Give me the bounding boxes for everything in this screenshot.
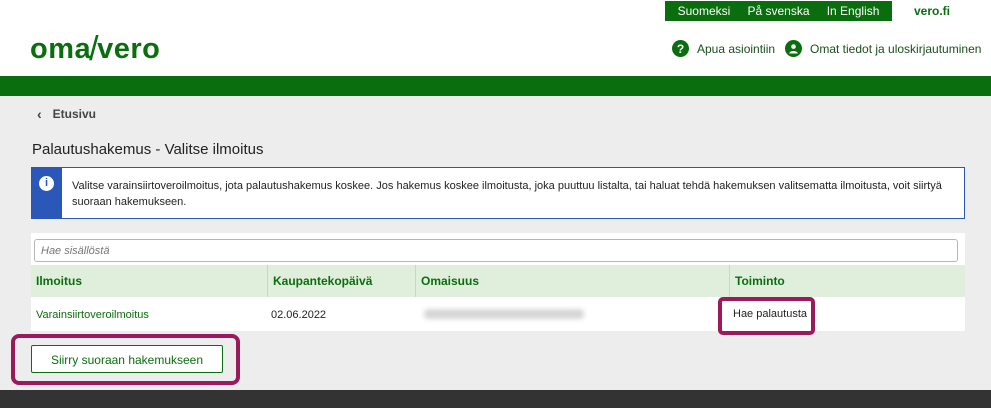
breadcrumb[interactable]: ‹ Etusivu [37, 106, 96, 122]
omavero-logo[interactable]: oma/vero [30, 28, 161, 68]
site-header: Suomeksi På svenska In English vero.fi o… [0, 0, 991, 76]
footer [0, 390, 991, 408]
help-link[interactable]: ? Apua asiointiin [672, 40, 775, 57]
info-text: Valitse varainsiirtoveroilmoitus, jota p… [72, 180, 942, 208]
vero-fi-link[interactable]: vero.fi [914, 4, 950, 18]
lang-english[interactable]: In English [827, 4, 880, 18]
user-icon [785, 40, 802, 57]
highlight-frame [718, 297, 815, 335]
chevron-left-icon: ‹ [37, 106, 42, 122]
info-box-side: i [32, 168, 62, 218]
declaration-link[interactable]: Varainsiirtoveroilmoitus [36, 299, 149, 331]
redacted-property [424, 309, 584, 319]
column-header-ilmoitus[interactable]: Ilmoitus [31, 265, 267, 297]
page-title: Palautushakemus - Valitse ilmoitus [32, 141, 264, 158]
column-header-toiminto: Toiminto [729, 265, 965, 297]
user-menu-link[interactable]: Omat tiedot ja uloskirjautuminen [785, 40, 981, 57]
lang-finnish[interactable]: Suomeksi [678, 4, 731, 18]
logo-slash: / [89, 30, 100, 68]
info-box: i Valitse varainsiirtoveroilmoitus, jota… [31, 167, 965, 219]
lang-swedish[interactable]: På svenska [747, 4, 809, 18]
breadcrumb-label: Etusivu [52, 107, 97, 121]
column-header-omaisuus[interactable]: Omaisuus [415, 265, 729, 297]
search-input[interactable] [34, 239, 958, 262]
language-bar: Suomeksi På svenska In English [665, 1, 892, 21]
info-icon: i [39, 176, 54, 191]
column-header-date[interactable]: Kaupantekopäivä [267, 265, 415, 297]
logo-text-vero: vero [97, 33, 161, 65]
logo-text-oma: oma [30, 33, 92, 65]
help-icon: ? [672, 40, 689, 57]
deal-date: 02.06.2022 [271, 309, 327, 321]
user-label: Omat tiedot ja uloskirjautuminen [810, 41, 982, 56]
help-label: Apua asiointiin [697, 41, 776, 56]
highlight-frame [11, 334, 240, 385]
header-band [0, 76, 991, 96]
